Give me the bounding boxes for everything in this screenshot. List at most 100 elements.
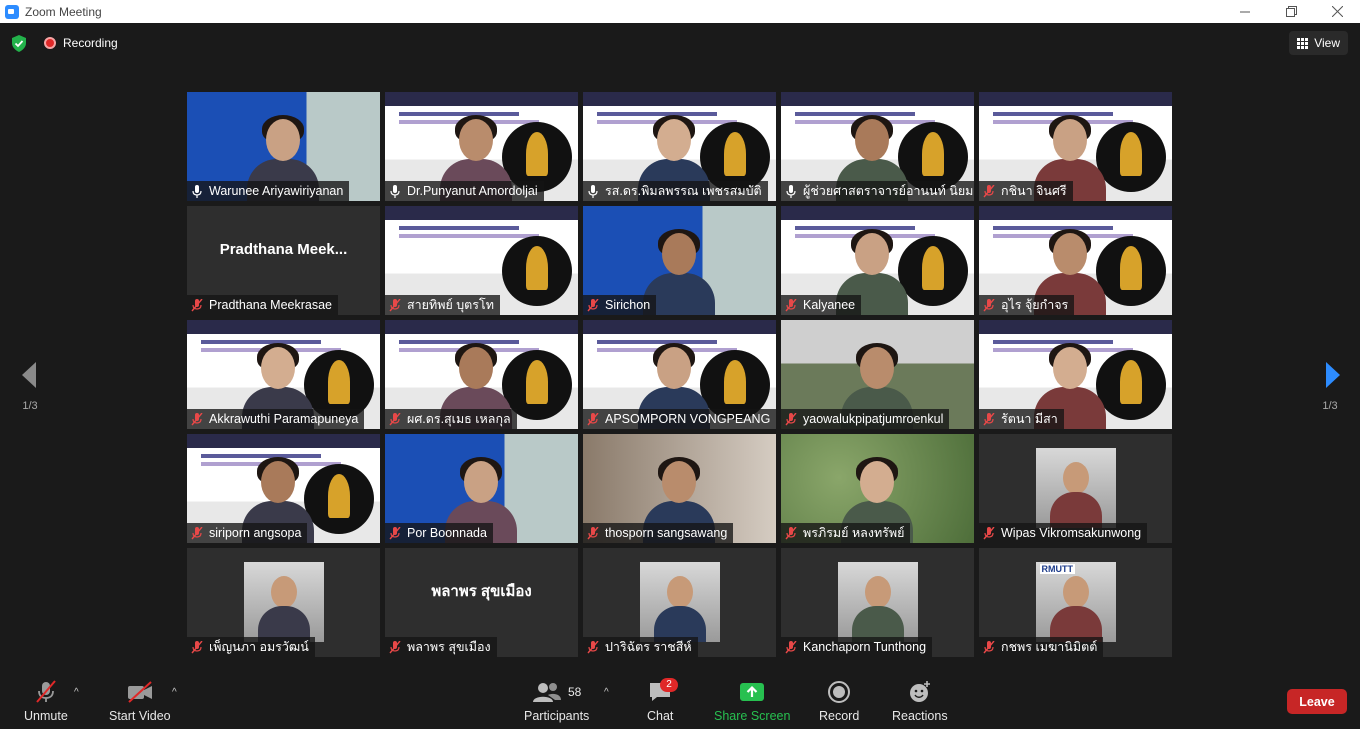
mic-muted-icon: [191, 412, 203, 425]
mic-muted-icon: [389, 298, 401, 311]
participant-video-tile[interactable]: พรภิรมย์ หลงทรัพย์: [781, 434, 974, 543]
record-button[interactable]: Record: [819, 679, 859, 723]
participant-name-tag: Dr.Punyanut Amordoljai: [385, 181, 544, 201]
participant-video-tile[interactable]: siriporn angsopa: [187, 434, 380, 543]
mic-muted-icon: [785, 412, 797, 425]
mic-muted-icon: [983, 526, 995, 539]
participant-video-tile[interactable]: ปาริฉัตร ราชสีห์: [583, 548, 776, 657]
video-off-icon: [127, 681, 152, 703]
participant-video-tile[interactable]: Sirichon: [583, 206, 776, 315]
participant-name-tag: Kanchaporn Tunthong: [781, 637, 933, 657]
participant-name: Warunee Ariyawiriyanan: [209, 184, 344, 198]
right-page-indicator: 1/3: [1322, 400, 1338, 412]
participant-video-tile[interactable]: Pradthana Meek... Pradthana Meekrasae: [187, 206, 380, 315]
restore-icon: [1285, 6, 1297, 17]
participant-video-tile[interactable]: RMUTT กชพร เมฆานิมิตต์: [979, 548, 1172, 657]
window-controls: [1222, 0, 1360, 23]
participant-video-tile[interactable]: Wipas Vikromsakunwong: [979, 434, 1172, 543]
participant-name-tag: ผู้ช่วยศาสตราจารย์อานนท์ นิยม...: [781, 181, 974, 201]
mic-on-icon: [192, 184, 202, 198]
participant-name-tag: พลาพร สุขเมือง: [385, 637, 497, 657]
photo-logo-text: RMUTT: [1039, 564, 1075, 574]
participant-video-tile[interactable]: พลาพร สุขเมือง พลาพร สุขเมือง: [385, 548, 578, 657]
close-icon: [1331, 6, 1343, 17]
video-options-caret-icon[interactable]: ^: [172, 687, 177, 698]
participant-name-tag: Warunee Ariyawiriyanan: [187, 181, 350, 201]
participant-video-tile[interactable]: Kanchaporn Tunthong: [781, 548, 974, 657]
participant-name: Dr.Punyanut Amordoljai: [407, 184, 538, 198]
participant-name-tag: กชพร เมฆานิมิตต์: [979, 637, 1104, 657]
participant-video-tile[interactable]: รัตนา มีสา: [979, 320, 1172, 429]
participant-name-tag: APSOMPORN VONGPEANG: [583, 409, 776, 429]
unmute-button[interactable]: Unmute: [24, 679, 68, 723]
left-page-indicator: 1/3: [22, 400, 38, 412]
participant-video-tile[interactable]: yaowalukpipatjumroenkul: [781, 320, 974, 429]
close-button[interactable]: [1314, 0, 1360, 23]
profile-picture: RMUTT: [1035, 562, 1116, 642]
participant-video-tile[interactable]: รส.ดร.พิมลพรรณ เพชรสมบัติ: [583, 92, 776, 201]
record-label: Record: [819, 709, 860, 723]
start-video-button[interactable]: Start Video: [109, 679, 171, 723]
participant-name-tag: รัตนา มีสา: [979, 409, 1064, 429]
participant-name: รัตนา มีสา: [1001, 412, 1058, 426]
view-button[interactable]: View: [1289, 31, 1348, 55]
participant-video-tile[interactable]: กชินา จินศรี: [979, 92, 1172, 201]
reactions-label: Reactions: [892, 709, 948, 723]
participants-options-caret-icon[interactable]: ^: [604, 687, 609, 698]
mic-on-icon: [390, 184, 400, 198]
participant-video-tile[interactable]: thosporn sangsawang: [583, 434, 776, 543]
university-crest-icon: [304, 464, 374, 534]
participant-name-tag: พรภิรมย์ หลงทรัพย์: [781, 523, 911, 543]
minimize-button[interactable]: [1222, 0, 1268, 23]
participant-video-tile[interactable]: Akkrawuthi Paramapuneya: [187, 320, 380, 429]
participant-name-tag: สายทิพย์ บุตรโท: [385, 295, 500, 315]
participant-video-tile[interactable]: อุไร จุ้ยกำจร: [979, 206, 1172, 315]
participant-name: กชินา จินศรี: [1001, 184, 1067, 198]
recording-indicator[interactable]: Recording: [44, 36, 118, 50]
participant-video-tile[interactable]: ผศ.ดร.สุเมธ เหลกุล: [385, 320, 578, 429]
participant-name: สายทิพย์ บุตรโท: [407, 298, 494, 312]
recording-dot-icon: [44, 37, 56, 49]
participant-video-tile[interactable]: Dr.Punyanut Amordoljai: [385, 92, 578, 201]
share-screen-icon: [740, 683, 765, 701]
participant-name-tag: ปาริฉัตร ราชสีห์: [583, 637, 698, 657]
record-icon: [828, 681, 851, 703]
mic-on-icon: [786, 184, 796, 198]
previous-page-arrow-icon[interactable]: [18, 360, 42, 390]
participant-name-tag: Wipas Vikromsakunwong: [979, 523, 1148, 543]
participant-video-tile[interactable]: สายทิพย์ บุตรโท: [385, 206, 578, 315]
mic-muted-icon: [587, 412, 599, 425]
mic-muted-icon: [983, 412, 995, 425]
security-shield-icon[interactable]: [11, 35, 27, 52]
participant-video-tile[interactable]: Kalyanee: [781, 206, 974, 315]
participant-video-tile[interactable]: Por Boonnada: [385, 434, 578, 543]
leave-button[interactable]: Leave: [1287, 689, 1347, 714]
participants-label: Participants: [524, 709, 590, 723]
maximize-button[interactable]: [1268, 0, 1314, 23]
participant-name: APSOMPORN VONGPEANG: [605, 412, 771, 426]
participant-name: Wipas Vikromsakunwong: [1001, 526, 1142, 540]
participant-name: พรภิรมย์ หลงทรัพย์: [803, 526, 905, 540]
title-bar: Zoom Meeting: [0, 0, 1360, 23]
profile-picture: [1035, 448, 1116, 528]
profile-picture: [639, 562, 720, 642]
participant-name: Kanchaporn Tunthong: [803, 640, 927, 654]
window-title: Zoom Meeting: [25, 4, 102, 19]
participant-name: yaowalukpipatjumroenkul: [803, 412, 944, 426]
participant-name: ผู้ช่วยศาสตราจารย์อานนท์ นิยม...: [803, 184, 974, 198]
share-screen-button[interactable]: Share Screen: [714, 679, 790, 723]
participant-video-tile[interactable]: เพ็ญนภา อมรวัฒน์: [187, 548, 380, 657]
mic-muted-icon: [785, 298, 797, 311]
mic-muted-icon: [191, 526, 203, 539]
participant-name: siriporn angsopa: [209, 526, 302, 540]
mic-muted-icon: [389, 640, 401, 653]
recording-label: Recording: [63, 36, 118, 50]
participant-video-tile[interactable]: ผู้ช่วยศาสตราจารย์อานนท์ นิยม...: [781, 92, 974, 201]
participant-video-tile[interactable]: Warunee Ariyawiriyanan: [187, 92, 380, 201]
audio-options-caret-icon[interactable]: ^: [74, 687, 79, 698]
reactions-button[interactable]: Reactions: [892, 679, 948, 723]
participants-button[interactable]: 58 Participants: [524, 679, 589, 723]
participant-video-tile[interactable]: APSOMPORN VONGPEANG: [583, 320, 776, 429]
next-page-arrow-icon[interactable]: [1320, 360, 1344, 390]
participant-name: กชพร เมฆานิมิตต์: [1001, 640, 1098, 654]
